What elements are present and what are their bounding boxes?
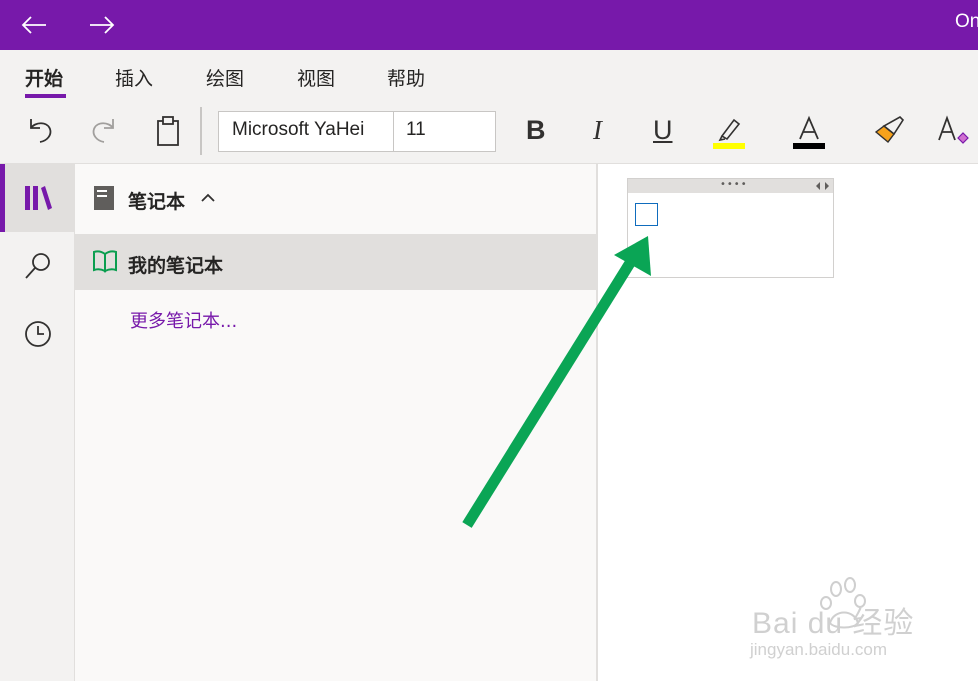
watermark-brand: Bai du 经验 [752,607,915,640]
onenote-window: On 开始 插入 绘图 视图 帮助 Microsoft YaHei 11 B I… [0,0,978,681]
watermark-url: jingyan.baidu.com [750,640,888,659]
